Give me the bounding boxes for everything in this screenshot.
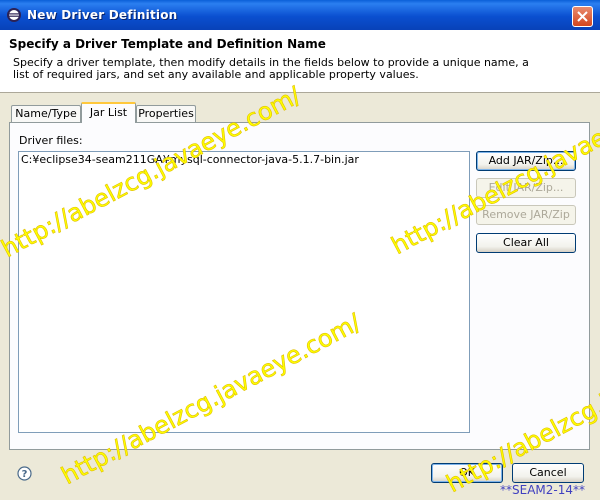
svg-text:?: ? (22, 469, 28, 480)
driver-files-list[interactable]: C:¥eclipse34-seam211GA¥mysql-connector-j… (18, 151, 470, 433)
close-icon (577, 11, 588, 22)
driver-files-label: Driver files: (19, 134, 83, 147)
tab-name-type[interactable]: Name/Type (11, 105, 81, 122)
wizard-header: Specify a Driver Template and Definition… (0, 30, 600, 93)
remove-jar-button[interactable]: Remove JAR/Zip (476, 205, 576, 225)
edit-jar-button[interactable]: Edit JAR/Zip... (476, 178, 576, 198)
window-title: New Driver Definition (27, 8, 178, 22)
tab-properties[interactable]: Properties (136, 105, 196, 122)
cancel-button[interactable]: Cancel (512, 463, 584, 483)
title-bar[interactable]: New Driver Definition (0, 0, 600, 30)
close-button[interactable] (572, 6, 593, 27)
eclipse-icon (7, 8, 21, 22)
tab-jar-list[interactable]: Jar List (81, 102, 136, 123)
list-item[interactable]: C:¥eclipse34-seam211GA¥mysql-connector-j… (21, 153, 359, 166)
add-jar-button[interactable]: Add JAR/Zip... (476, 151, 576, 171)
header-title: Specify a Driver Template and Definition… (9, 37, 326, 51)
help-icon[interactable]: ? (17, 466, 32, 481)
header-description: Specify a driver template, then modify d… (13, 56, 529, 81)
watermark-tag: **SEAM2-14** (500, 483, 585, 497)
clear-all-button[interactable]: Clear All (476, 233, 576, 253)
ok-button[interactable]: OK (431, 463, 503, 483)
